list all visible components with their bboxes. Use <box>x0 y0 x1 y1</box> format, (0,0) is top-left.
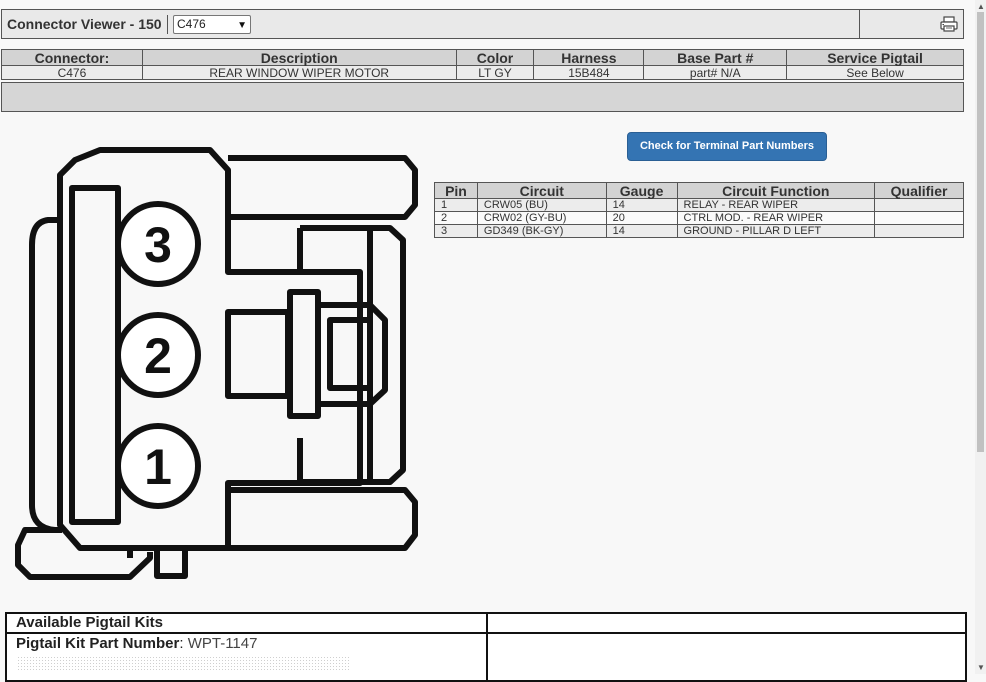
connector-bottom-latch <box>228 487 418 551</box>
pin-gauge: 20 <box>605 211 678 225</box>
pin-gauge: 14 <box>605 224 678 238</box>
pin-label-2: 2 <box>144 328 172 384</box>
pin-label-3: 3 <box>144 217 172 273</box>
connector-key-tab <box>287 289 321 419</box>
scrollbar-thumb[interactable] <box>977 12 984 452</box>
chevron-down-icon: ▼ <box>237 20 247 31</box>
page-title: Connector Viewer - 150 <box>7 16 162 32</box>
title-divider <box>167 15 168 34</box>
connector-top-latch <box>228 155 418 220</box>
pin-label-1: 1 <box>144 439 172 495</box>
pigtail-image-placeholder <box>17 656 351 672</box>
connector-key <box>225 309 291 399</box>
info-spacer-strip <box>1 82 964 112</box>
info-cell-connector: C476 <box>1 65 143 80</box>
connector-info-table: Connector: Description Color Harness Bas… <box>1 49 964 80</box>
pin-gauge: 14 <box>605 198 678 212</box>
pin-col-pin: Pin <box>434 182 478 199</box>
print-cell <box>859 10 964 38</box>
pigtail-kit-line: Pigtail Kit Part Number: WPT-1147 <box>16 635 258 652</box>
connector-viewer-header: Connector Viewer - 150 C476 ▼ <box>1 9 964 39</box>
printer-icon[interactable] <box>940 16 958 37</box>
pin-col-circuit: Circuit <box>476 182 607 199</box>
pin-number: 2 <box>434 211 478 225</box>
info-col-description: Description <box>141 49 457 66</box>
connector-bottom-tab <box>154 545 188 579</box>
pin-circuit: CRW05 (BU) <box>476 198 607 212</box>
pigtail-kit-label: Pigtail Kit Part Number <box>16 635 180 652</box>
connector-key-inner <box>327 317 373 391</box>
info-cell-harness: 15B484 <box>533 65 645 80</box>
pin-circuit: CRW02 (GY-BU) <box>476 211 607 225</box>
table-row[interactable]: 2 CRW02 (GY-BU) 20 CTRL MOD. - REAR WIPE… <box>434 211 964 225</box>
pin-qualifier <box>874 211 964 225</box>
pin-header-row: Pin Circuit Gauge Circuit Function Quali… <box>434 182 964 199</box>
pin-number: 1 <box>434 198 478 212</box>
scroll-down-icon[interactable]: ▼ <box>977 663 985 672</box>
table-row[interactable]: 3 GD349 (BK-GY) 14 GROUND - PILLAR D LEF… <box>434 224 964 238</box>
connector-select[interactable]: C476 ▼ <box>173 15 251 34</box>
connector-face-diagram: 3 2 1 <box>15 147 418 580</box>
pin-col-function: Circuit Function <box>676 182 876 199</box>
pigtail-heading: Available Pigtail Kits <box>16 614 163 631</box>
terminal-part-numbers-button[interactable]: Check for Terminal Part Numbers <box>627 132 827 161</box>
pigtail-kits-section: Available Pigtail Kits Pigtail Kit Part … <box>5 612 967 682</box>
pin-circuit: GD349 (BK-GY) <box>476 224 607 238</box>
info-col-harness: Harness <box>533 49 645 66</box>
pin-qualifier <box>874 198 964 212</box>
connector-terminal-bar <box>69 185 121 525</box>
info-col-connector: Connector: <box>1 49 143 66</box>
pigtail-column-divider <box>486 614 488 680</box>
table-row[interactable]: 1 CRW05 (BU) 14 RELAY - REAR WIPER <box>434 198 964 212</box>
pin-col-gauge: Gauge <box>605 182 678 199</box>
connector-select-value: C476 <box>177 17 206 31</box>
page-scrollbar[interactable]: ▲ ▼ <box>975 0 986 674</box>
pin-function: GROUND - PILLAR D LEFT <box>676 224 876 238</box>
info-data-row: C476 REAR WINDOW WIPER MOTOR LT GY 15B48… <box>1 65 964 80</box>
pin-number: 3 <box>434 224 478 238</box>
info-col-base-part: Base Part # <box>643 49 788 66</box>
info-col-color: Color <box>455 49 535 66</box>
info-cell-color: LT GY <box>455 65 535 80</box>
pin-function: RELAY - REAR WIPER <box>676 198 876 212</box>
info-cell-description: REAR WINDOW WIPER MOTOR <box>141 65 457 80</box>
info-col-service-pigtail: Service Pigtail <box>786 49 964 66</box>
pin-col-qualifier: Qualifier <box>874 182 964 199</box>
info-cell-base-part: part# N/A <box>643 65 788 80</box>
pin-qualifier <box>874 224 964 238</box>
pin-table: Pin Circuit Gauge Circuit Function Quali… <box>434 182 964 238</box>
info-cell-service-pigtail: See Below <box>786 65 964 80</box>
pin-function: CTRL MOD. - REAR WIPER <box>676 211 876 225</box>
info-header-row: Connector: Description Color Harness Bas… <box>1 49 964 66</box>
pigtail-kit-value: WPT-1147 <box>187 635 258 652</box>
scroll-up-icon[interactable]: ▲ <box>977 2 985 11</box>
